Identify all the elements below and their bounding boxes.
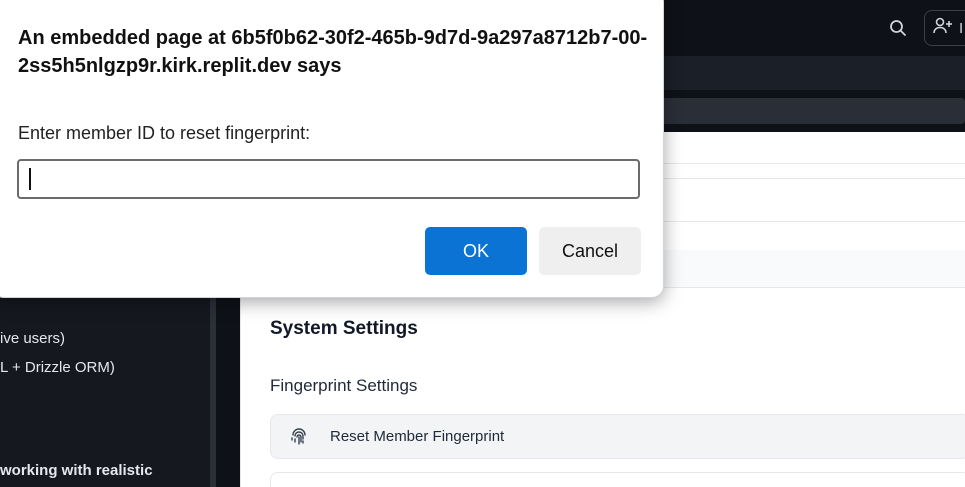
dialog-message: Enter member ID to reset fingerprint: bbox=[18, 123, 311, 143]
sidebar-text-line: ive users) bbox=[0, 330, 66, 347]
invite-user-button[interactable]: I bbox=[924, 10, 965, 46]
sidebar-text-line: L + Drizzle ORM) bbox=[0, 359, 115, 376]
member-id-input[interactable] bbox=[17, 159, 640, 199]
sidebar-text-line: working with realistic bbox=[0, 462, 153, 479]
prompt-dialog: An embedded page at 6b5f0b62-30f2-465b-9… bbox=[0, 0, 664, 298]
subsection-title: Fingerprint Settings bbox=[270, 376, 418, 395]
search-icon[interactable] bbox=[886, 16, 910, 40]
user-button-label: I bbox=[959, 19, 964, 37]
setting-item[interactable] bbox=[270, 472, 965, 487]
text-caret bbox=[29, 168, 31, 190]
ok-button[interactable]: OK bbox=[425, 227, 527, 275]
cancel-button[interactable]: Cancel bbox=[539, 227, 641, 275]
user-plus-icon bbox=[933, 17, 953, 39]
setting-item-label: Reset Member Fingerprint bbox=[330, 428, 505, 445]
reset-fingerprint-button[interactable]: Reset Member Fingerprint bbox=[270, 414, 965, 459]
section-title: System Settings bbox=[270, 318, 418, 339]
fingerprint-icon bbox=[289, 427, 309, 447]
dialog-title: An embedded page at 6b5f0b62-30f2-465b-9… bbox=[18, 27, 648, 77]
